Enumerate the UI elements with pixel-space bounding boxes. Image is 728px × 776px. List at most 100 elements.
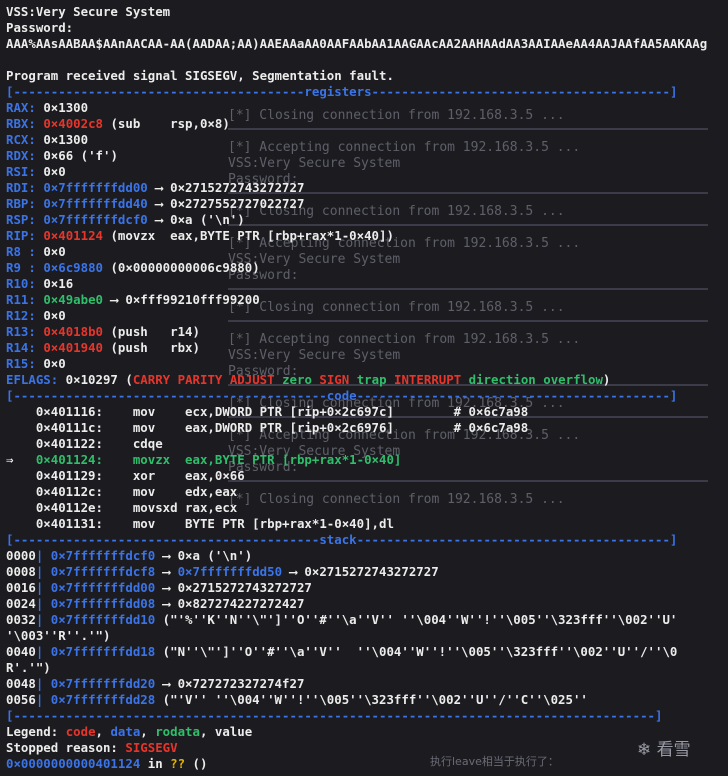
code-row: 0×401122: cdqe <box>6 436 185 452</box>
gutter <box>6 404 21 419</box>
code-operands: eax,DWORD PTR [rip+0×2c6976] <box>185 420 394 435</box>
register-value: 0×6c9880 <box>43 260 103 275</box>
stack-row-continued: R'.'") <box>6 660 51 676</box>
legend-comma: , <box>199 724 215 739</box>
gdb-terminal[interactable]: VSS:Very Secure System Password: AAA%AAsAA… <box>0 0 728 776</box>
stack-row-continued: '\003''R''.'") <box>6 628 110 644</box>
stack-address: 0×7fffffffdcf0 <box>50 548 156 563</box>
legend-comma: , <box>95 724 111 739</box>
current-address: 0×0000000000401124 <box>6 756 141 771</box>
gutter <box>6 436 21 451</box>
legend-code: code <box>65 724 96 739</box>
registers-header: [---------------------------------------… <box>6 84 677 100</box>
code-mnemonic: movsxd <box>132 500 186 515</box>
register-name: R12: <box>6 308 36 323</box>
stack-deref: ("'%''K''N''\"']''O''#''\a''V'' ''\004''… <box>155 612 678 627</box>
register-name: R10: <box>6 276 36 291</box>
legend-value: value <box>214 724 253 739</box>
stack-header: [---------------------------------------… <box>6 532 677 548</box>
register-row: RDX: 0×66 ('f') <box>6 148 118 164</box>
register-value: 0×401124 <box>43 228 103 243</box>
stack-divider: | <box>35 692 51 707</box>
stack-address: 0×7fffffffdd28 <box>50 692 156 707</box>
stack-address: 0×7fffffffdcf8 <box>50 564 156 579</box>
signal-message: Program received signal SIGSEGV, Segment… <box>6 68 394 84</box>
register-row: RDI: 0×7fffffffdd00 ⟶ 0×2715272743272727 <box>6 180 304 196</box>
register-row: R13: 0×4018b0 (push r14) <box>6 324 200 340</box>
section-label: registers <box>304 84 372 99</box>
register-name: R15: <box>6 356 36 371</box>
register-name: R11: <box>6 292 36 307</box>
section-bar-right: ----------------------------------------… <box>371 84 678 99</box>
section-label: code <box>326 388 357 403</box>
code-row: 0×401131: mov BYTE PTR [rbp+rax*1-0×40],… <box>6 516 394 532</box>
code-mnemonic: cdqe <box>132 436 186 451</box>
stopped-reason-row: Stopped reason: SIGSEGV <box>6 740 178 756</box>
stack-offset: 0048 <box>6 676 36 691</box>
section-bar-left: [---------------------------------------… <box>6 388 327 403</box>
stack-offset: 0016 <box>6 580 36 595</box>
code-operands: edx,eax <box>185 484 238 499</box>
stack-row: 0048| 0×7fffffffdd20 ⟶ 0×727272327274f27 <box>6 676 304 692</box>
stack-address: 0×7fffffffdd18 <box>50 644 156 659</box>
register-name: RIP: <box>6 228 36 243</box>
register-value: 0×49abe0 <box>43 292 103 307</box>
legend-data: data <box>110 724 141 739</box>
register-value: 0×0 <box>43 164 66 179</box>
register-name: R9 : <box>6 260 36 275</box>
register-row: RBP: 0×7fffffffdd40 ⟶ 0×2727552727022727 <box>6 196 304 212</box>
stack-address: 0×7fffffffdd20 <box>50 676 156 691</box>
register-name: RDX: <box>6 148 36 163</box>
register-name: RDI: <box>6 180 36 195</box>
stack-divider: | <box>35 596 51 611</box>
code-operands: eax,0×66 <box>185 468 245 483</box>
register-row: R15: 0×0 <box>6 356 66 372</box>
register-deref: ⟶ 0×a ('\n') <box>147 212 245 227</box>
stack-row: 0000| 0×7fffffffdcf0 ⟶ 0×a ('\n') <box>6 548 252 564</box>
stack-address: 0×7fffffffdd00 <box>50 580 156 595</box>
code-row: 0×401129: xor eax,0×66 <box>6 468 245 484</box>
stack-continuation: '\003''R''.'") <box>6 628 111 643</box>
eflag-adjust: ADJUST <box>229 372 275 387</box>
stack-divider: | <box>35 580 51 595</box>
register-name: RAX: <box>6 100 36 115</box>
password-input-text: AAA%AAsAABAA$AAnAACAA-AA(AADAA;AA)AAEAAa… <box>6 36 708 51</box>
stack-continuation: R'.'") <box>6 660 51 675</box>
register-deref: ⟶ 0×fff99210fff99200 <box>103 292 260 307</box>
register-name: RSP: <box>6 212 36 227</box>
stack-offset: 0024 <box>6 596 36 611</box>
legend-comma: , <box>140 724 156 739</box>
register-value: 0×0 <box>43 356 66 371</box>
signal-text: Program received signal SIGSEGV, Segment… <box>6 68 394 83</box>
eflag-zero: zero <box>282 372 312 387</box>
parens: () <box>185 756 208 771</box>
stack-offset: 0056 <box>6 692 36 707</box>
code-address: 0×40112e: <box>20 500 133 515</box>
stack-divider: | <box>35 644 51 659</box>
register-row: R12: 0×0 <box>6 308 66 324</box>
register-row: R8 : 0×0 <box>6 244 66 260</box>
stopped-value: SIGSEGV <box>125 740 178 755</box>
register-row: RSP: 0×7fffffffdcf0 ⟶ 0×a ('\n') <box>6 212 245 228</box>
register-row: R14: 0×401940 (push rbx) <box>6 340 200 356</box>
eflags-close: ) <box>602 372 611 387</box>
current-instruction-arrow: ⇒ <box>6 452 21 467</box>
stack-row: 0040| 0×7fffffffdd18 ("N''\"']''O''#''\a… <box>6 644 677 660</box>
register-value: 0×401940 <box>43 340 103 355</box>
register-name: R13: <box>6 324 36 339</box>
password-label: Password: <box>6 20 73 36</box>
register-row: R9 : 0×6c9880 (0×00000000006c9880) <box>6 260 260 276</box>
register-name: RSI: <box>6 164 36 179</box>
stack-divider: | <box>35 676 51 691</box>
register-deref: (movzx eax,BYTE PTR [rbp+rax*1-0×40]) <box>103 228 394 243</box>
code-row-current: ⇒ 0×401124: movzx eax,BYTE PTR [rbp+rax*… <box>6 452 401 468</box>
register-value: 0×7fffffffdd40 <box>43 196 148 211</box>
footer-separator: [---------------------------------------… <box>6 708 663 723</box>
register-row: RSI: 0×0 <box>6 164 66 180</box>
stack-offset: 0008 <box>6 564 36 579</box>
stopped-label: Stopped reason: <box>6 740 126 755</box>
code-operands: rax,ecx <box>185 500 238 515</box>
register-row: RIP: 0×401124 (movzx eax,BYTE PTR [rbp+r… <box>6 228 394 244</box>
